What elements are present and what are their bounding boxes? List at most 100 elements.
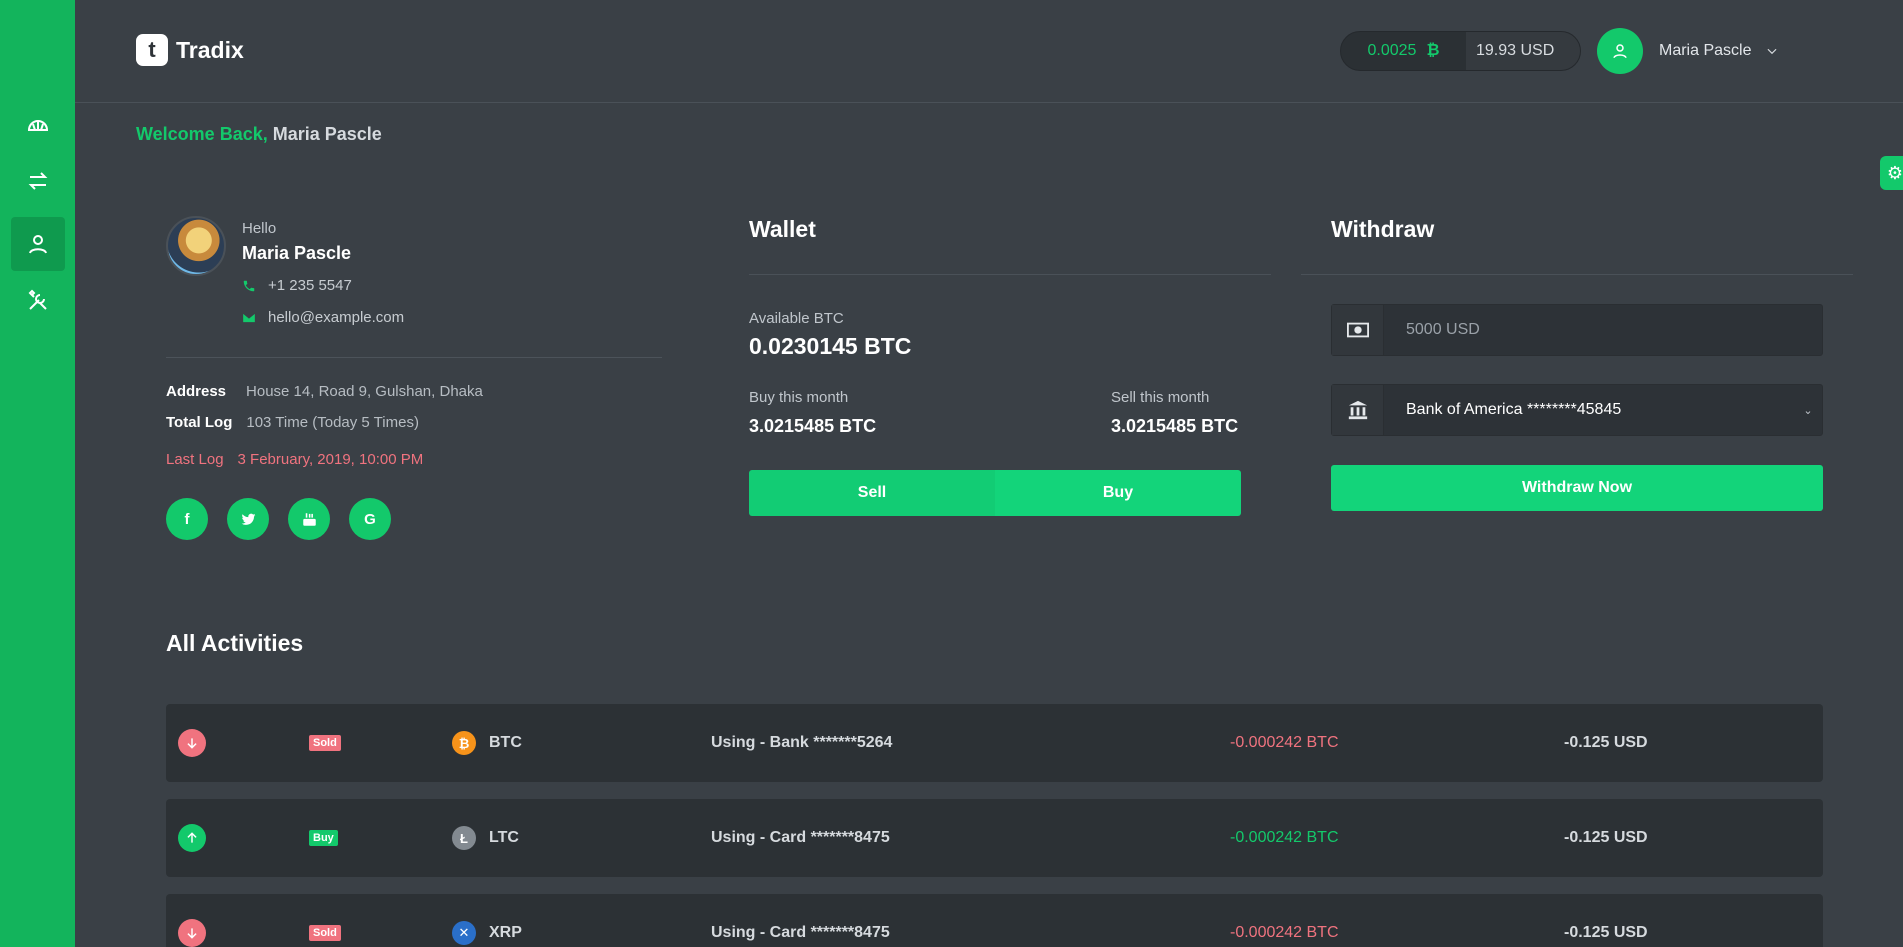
btc-balance: 0.0025 ₿: [1341, 32, 1466, 70]
logo[interactable]: t Tradix: [136, 34, 244, 66]
profile-email: hello@example.com: [242, 309, 404, 326]
user-menu[interactable]: Maria Pascle: [1597, 28, 1779, 74]
google-button[interactable]: G: [349, 498, 391, 540]
arrow-up-icon: [178, 824, 206, 852]
bitcoin-icon: ₿: [1426, 42, 1440, 59]
coin-icon: ₿: [452, 731, 476, 755]
coin-symbol: LTC: [489, 829, 519, 846]
google-icon: G: [364, 510, 376, 528]
coin-icon: Ł: [452, 826, 476, 850]
logo-text: Tradix: [176, 36, 244, 63]
total-log-value: 103 Time (Today 5 Times): [246, 414, 419, 431]
available-btc-value: 0.0230145 BTC: [749, 333, 912, 359]
user-icon: [29, 235, 47, 254]
user-icon: [1613, 44, 1627, 59]
sell-month-value: 3.0215485 BTC: [1111, 416, 1239, 436]
table-row[interactable]: Sold ₿ BTC Using - Bank *******5264 -0.00024…: [166, 704, 1823, 782]
usd-amount: -0.125 USD: [1564, 734, 1648, 751]
coin-symbol: BTC: [489, 734, 522, 751]
withdraw-divider: [1301, 274, 1853, 275]
welcome-message: Welcome Back, Maria Pascle: [136, 124, 382, 145]
amount-field[interactable]: 5000 USD: [1331, 304, 1823, 356]
buy-month-value: 3.0215485 BTC: [749, 416, 877, 436]
profile-phone: +1 235 5547: [242, 277, 352, 294]
facebook-button[interactable]: f: [166, 498, 208, 540]
profile-greeting: Hello: [242, 220, 277, 237]
table-row[interactable]: Buy Ł LTC Using - Card *******8475 -0.000242…: [166, 799, 1823, 877]
status-badge: Sold: [309, 735, 341, 751]
chevron-down-icon: [1767, 48, 1777, 55]
payment-method: Using - Card *******8475: [711, 924, 890, 941]
tools-icon: [28, 289, 47, 310]
bank-select[interactable]: Bank of America ********45845 ⌄: [1331, 384, 1823, 436]
info-address: Address House 14, Road 9, Gulshan, Dhaka: [166, 383, 483, 400]
arrow-down-icon: [178, 729, 206, 757]
sidebar-item-settings[interactable]: [11, 274, 65, 328]
profile-name: Maria Pascle: [242, 243, 352, 263]
payment-method: Using - Bank *******5264: [711, 734, 893, 751]
btc-balance-value: 0.0025: [1367, 42, 1417, 59]
phone-text: +1 235 5547: [268, 277, 352, 294]
coin-icon: ✕: [452, 921, 476, 945]
usd-balance: 19.93 USD: [1466, 32, 1580, 70]
profile-divider: [166, 357, 662, 358]
amount-input[interactable]: 5000 USD: [1384, 305, 1822, 355]
status-badge: Buy: [309, 830, 338, 846]
activities-title: All Activities: [166, 630, 304, 656]
select-caret-icon: ⌄: [1803, 404, 1813, 417]
logo-mark: t: [136, 34, 168, 66]
payment-method: Using - Card *******8475: [711, 829, 890, 846]
mail-icon: [243, 313, 255, 322]
phone-icon: [243, 280, 255, 291]
withdraw-title: Withdraw: [1331, 216, 1435, 242]
buy-month-label: Buy this month: [749, 389, 849, 406]
last-log-label: Last Log: [166, 451, 224, 468]
buy-button[interactable]: Buy: [995, 470, 1241, 516]
arrow-down-icon: [178, 919, 206, 947]
status-badge: Sold: [309, 925, 341, 941]
welcome-name: Maria Pascle: [272, 124, 382, 144]
table-row[interactable]: Sold ✕ XRP Using - Card *******8475 -0.00024…: [166, 894, 1823, 947]
email-text: hello@example.com: [268, 309, 405, 326]
sidebar-item-profile[interactable]: [11, 217, 65, 271]
available-btc-label: Available BTC: [749, 310, 844, 327]
last-log-value: 3 February, 2019, 10:00 PM: [237, 451, 424, 468]
sell-month-label: Sell this month: [1111, 389, 1210, 406]
info-total-log: Total Log 103 Time (Today 5 Times): [166, 414, 419, 431]
sidebar-item-dashboard[interactable]: [11, 97, 65, 151]
address-label: Address: [166, 383, 227, 400]
exchange-icon: [28, 172, 48, 190]
wallet-title: Wallet: [749, 216, 816, 242]
sell-button[interactable]: Sell: [749, 470, 995, 516]
address-value: House 14, Road 9, Gulshan, Dhaka: [246, 383, 483, 400]
buy-sell-buttons: Sell Buy: [749, 470, 1241, 516]
welcome-prefix: Welcome Back,: [136, 124, 268, 144]
balance-pill[interactable]: 0.0025 ₿ 19.93 USD: [1340, 31, 1581, 71]
dashboard-icon: [27, 120, 49, 131]
youtube-button[interactable]: [288, 498, 330, 540]
user-name: Maria Pascle: [1659, 42, 1752, 59]
usd-amount: -0.125 USD: [1564, 924, 1648, 941]
btc-amount: -0.000242 BTC: [1230, 829, 1339, 846]
profile-avatar: [166, 216, 226, 276]
settings-toggle[interactable]: ⚙: [1880, 156, 1903, 190]
info-last-log: Last Log 3 February, 2019, 10:00 PM: [166, 451, 423, 468]
sidebar: [0, 0, 75, 947]
sidebar-item-exchange[interactable]: [11, 154, 65, 208]
facebook-icon: f: [184, 510, 190, 528]
youtube-icon: [302, 512, 316, 526]
btc-amount: -0.000242 BTC: [1230, 734, 1339, 751]
bank-icon: [1332, 385, 1384, 435]
usd-amount: -0.125 USD: [1564, 829, 1648, 846]
withdraw-now-button[interactable]: Withdraw Now: [1331, 465, 1823, 511]
avatar: [1597, 28, 1643, 74]
money-icon: [1332, 305, 1384, 355]
twitter-button[interactable]: [227, 498, 269, 540]
twitter-icon: [241, 513, 255, 525]
bank-selected: Bank of America ********45845: [1406, 401, 1622, 418]
btc-amount: -0.000242 BTC: [1230, 924, 1339, 941]
gear-icon: ⚙: [1886, 162, 1903, 183]
coin-symbol: XRP: [489, 924, 522, 941]
wallet-divider: [749, 274, 1271, 275]
total-log-label: Total Log: [166, 414, 233, 431]
